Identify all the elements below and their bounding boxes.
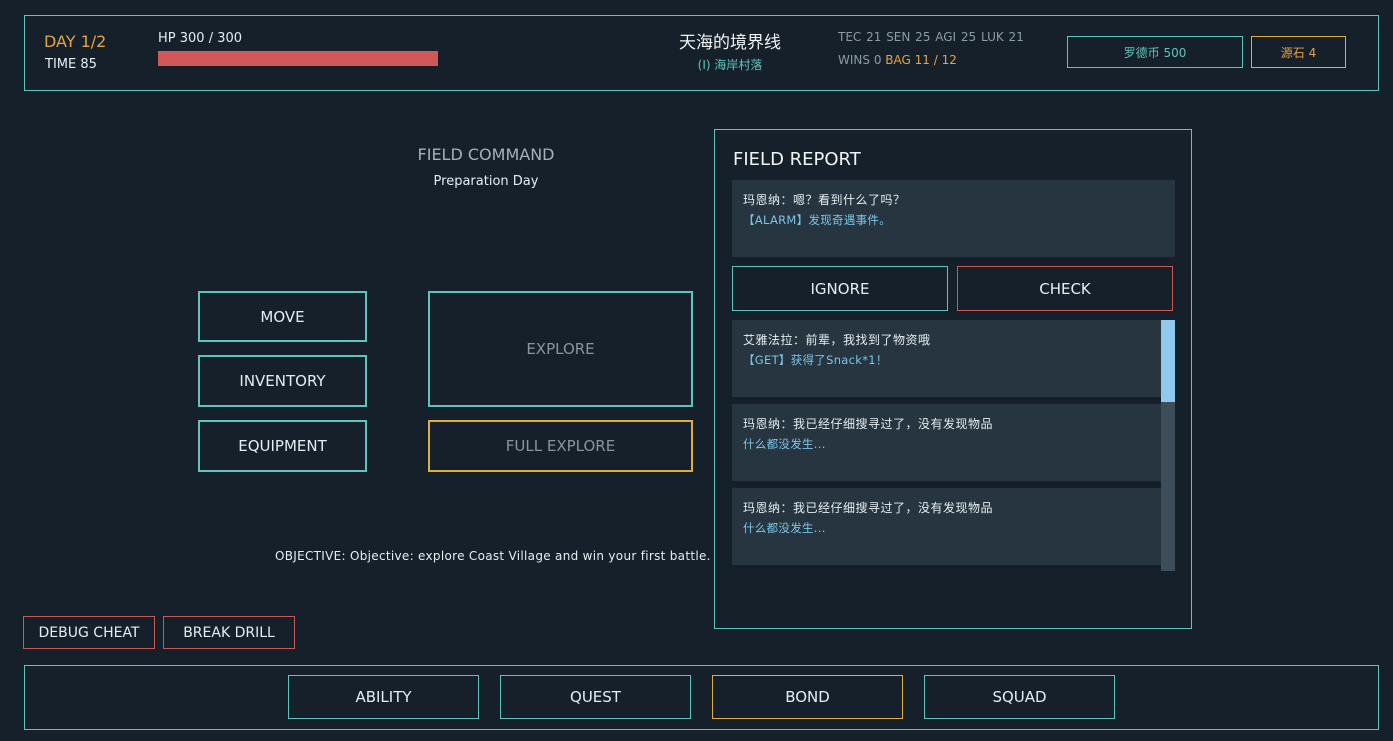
tab-squad[interactable]: SQUAD — [924, 675, 1115, 719]
wins-count: WINS 0 — [838, 53, 882, 67]
log-item-detail: 什么都没发生... — [743, 521, 826, 535]
alert-message-speaker: 玛恩纳：嗯？看到什么了吗？ — [743, 193, 906, 207]
alert-message-detail: 【ALARM】发现奇遇事件。 — [743, 213, 892, 227]
check-button[interactable]: CHECK — [957, 266, 1173, 311]
log-item-text: 玛恩纳：我已经仔细搜寻过了，没有发现物品 — [743, 501, 994, 515]
alert-message: 玛恩纳：嗯？看到什么了吗？ 【ALARM】发现奇遇事件。 — [732, 180, 1175, 257]
move-button[interactable]: MOVE — [198, 291, 367, 342]
tab-quest[interactable]: QUEST — [500, 675, 691, 719]
field-report-title: FIELD REPORT — [733, 149, 861, 170]
debug-cheat-button[interactable]: DEBUG CHEAT — [23, 616, 155, 649]
attribute-stats: TEC 21 SEN 25 AGI 25 LUK 21 — [838, 30, 1024, 44]
bag-capacity: BAG 11 / 12 — [885, 53, 957, 67]
inventory-button[interactable]: INVENTORY — [198, 355, 367, 407]
break-drill-button[interactable]: BREAK DRILL — [163, 616, 295, 649]
bottom-nav: ABILITY QUEST BOND SQUAD — [24, 665, 1379, 730]
log-item: 艾雅法拉：前辈，我找到了物资哦 【GET】获得了Snack*1！ — [732, 320, 1161, 397]
currency-coin: 罗德币 500 — [1067, 36, 1243, 68]
tab-bond[interactable]: BOND — [712, 675, 903, 719]
field-command-subtitle: Preparation Day — [433, 174, 539, 189]
tab-ability[interactable]: ABILITY — [288, 675, 479, 719]
report-log-list[interactable]: 艾雅法拉：前辈，我找到了物资哦 【GET】获得了Snack*1！ 玛恩纳：我已经… — [732, 320, 1175, 571]
log-item-text: 玛恩纳：我已经仔细搜寻过了，没有发现物品 — [743, 417, 994, 431]
field-report-panel: FIELD REPORT 玛恩纳：嗯？看到什么了吗？ 【ALARM】发现奇遇事件… — [714, 129, 1192, 629]
log-item: 玛恩纳：我已经仔细搜寻过了，没有发现物品 什么都没发生... — [732, 488, 1161, 565]
time-counter: TIME 85 — [45, 57, 97, 72]
currency-stone: 源石 4 — [1251, 36, 1346, 68]
log-scrollbar[interactable] — [1161, 320, 1175, 571]
hp-bar — [158, 51, 438, 66]
log-item-text: 艾雅法拉：前辈，我找到了物资哦 — [743, 333, 931, 347]
day-counter: DAY 1/2 — [44, 32, 107, 51]
log-item-detail: 【GET】获得了Snack*1！ — [743, 353, 888, 367]
full-explore-button[interactable]: FULL EXPLORE — [428, 420, 693, 472]
log-item-detail: 什么都没发生... — [743, 437, 826, 451]
log-item: 玛恩纳：我已经仔细搜寻过了，没有发现物品 什么都没发生... — [732, 404, 1161, 481]
ignore-button[interactable]: IGNORE — [732, 266, 948, 311]
hp-bar-fill — [158, 51, 438, 66]
wins-bag-line: WINS 0 BAG 11 / 12 — [838, 53, 957, 67]
log-scrollbar-thumb[interactable] — [1161, 320, 1175, 402]
equipment-button[interactable]: EQUIPMENT — [198, 420, 367, 472]
field-command-title: FIELD COMMAND — [417, 145, 555, 164]
explore-button[interactable]: EXPLORE — [428, 291, 693, 407]
hp-label: HP 300 / 300 — [158, 31, 243, 46]
status-bar: DAY 1/2 TIME 85 HP 300 / 300 天海的境界线 (I) … — [24, 15, 1379, 91]
objective-text: OBJECTIVE: Objective: explore Coast Vill… — [275, 549, 711, 563]
